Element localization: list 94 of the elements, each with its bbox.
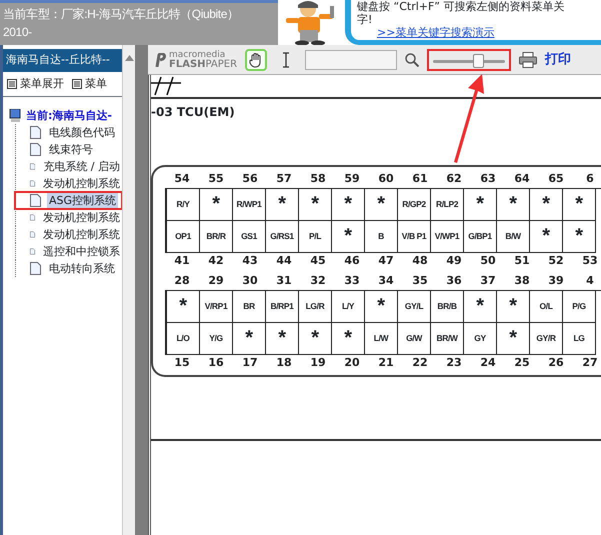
pin-number: 42 xyxy=(207,252,225,268)
computer-icon xyxy=(9,108,22,122)
pin-number: 39 xyxy=(547,273,565,289)
demo-link[interactable]: >>菜单关键字搜索演示 xyxy=(377,26,494,39)
page-icon xyxy=(30,143,41,156)
pin-number: 54 xyxy=(173,171,191,187)
pin-number: 49 xyxy=(445,252,463,268)
pin-number: 43 xyxy=(241,252,259,268)
search-field[interactable] xyxy=(305,50,398,70)
page-icon xyxy=(30,194,41,207)
pin-number: 21 xyxy=(377,354,395,370)
pin-number: 58 xyxy=(309,171,327,187)
pin-number: 48 xyxy=(411,252,429,268)
page-icon xyxy=(30,126,41,139)
pin-number: 65 xyxy=(547,171,565,187)
pin-number: 17 xyxy=(241,354,259,370)
tip-text: 字! xyxy=(357,13,374,26)
pin-number: 44 xyxy=(275,252,293,268)
pin-number: 36 xyxy=(445,273,463,289)
pin-number: 55 xyxy=(207,171,225,187)
text-cursor-icon xyxy=(282,52,290,68)
printer-icon[interactable] xyxy=(519,52,538,68)
scroll-up-icon[interactable] xyxy=(125,54,134,61)
pin-number: 18 xyxy=(275,354,293,370)
pin-number: 41 xyxy=(173,252,191,268)
tree-item[interactable]: 电动转向系统 xyxy=(47,260,117,277)
pin-number: 27 xyxy=(581,354,599,370)
pin-number: 25 xyxy=(513,354,531,370)
pin-number: 57 xyxy=(275,171,293,187)
tip-text: 键盘按 “Ctrl+F” 可搜索左侧的资料菜单关 xyxy=(357,0,566,13)
tree-item[interactable]: ASG控制系统 xyxy=(47,192,118,209)
tree-item[interactable]: 发动机控制系统 xyxy=(41,209,122,226)
pin-number: 28 xyxy=(173,273,191,289)
pin-number: 32 xyxy=(309,273,327,289)
pin-number: 37 xyxy=(479,273,497,289)
print-button[interactable]: 打印 xyxy=(545,50,572,70)
pin-number: 31 xyxy=(275,273,293,289)
tree-item[interactable]: 发动机控制系统 xyxy=(41,226,122,243)
logo-text: FLASHPAPER xyxy=(169,60,238,68)
vehicle-title: 当前车型：厂家:H-海马汽车丘比特（Qiubite） xyxy=(3,6,240,23)
pin-number: 33 xyxy=(343,273,361,289)
pin-number: 30 xyxy=(241,273,259,289)
expand-menu-button[interactable]: 菜单展开 xyxy=(20,76,64,92)
tree-item[interactable]: 遥控和中控锁系 xyxy=(41,243,122,260)
hand-tool-button[interactable] xyxy=(245,48,268,70)
connector-cell: * xyxy=(562,220,596,252)
pin-number: 63 xyxy=(479,171,497,187)
pin-number: 60 xyxy=(377,171,395,187)
pin-number: 62 xyxy=(445,171,463,187)
pin-number: 19 xyxy=(309,354,327,370)
pin-number: 22 xyxy=(411,354,429,370)
pin-number: 47 xyxy=(377,252,395,268)
pin-number: 61 xyxy=(411,171,429,187)
pin-number: 16 xyxy=(207,354,225,370)
logo-text: macromedia xyxy=(169,50,226,60)
pin-number: 56 xyxy=(241,171,259,187)
pin-number: 29 xyxy=(207,273,225,289)
tree-item[interactable]: 发动机控制系统 xyxy=(41,175,122,192)
tree-item[interactable]: 线束符号 xyxy=(47,141,95,158)
pin-number: 52 xyxy=(547,252,565,268)
pin-number: 26 xyxy=(547,354,565,370)
pin-number: 35 xyxy=(411,273,429,289)
logo-icon xyxy=(154,52,166,66)
pin-number: 50 xyxy=(479,252,497,268)
list-icon xyxy=(7,78,17,89)
zoom-slider[interactable] xyxy=(427,48,512,70)
tree-item[interactable]: 电线颜色代码 xyxy=(47,124,117,141)
vehicle-year: 2010- xyxy=(3,24,33,41)
page-icon xyxy=(30,262,41,275)
connector-cell: LG xyxy=(562,322,596,354)
pin-number: 45 xyxy=(309,252,327,268)
pin-number: 64 xyxy=(513,171,531,187)
connector-cell: OP1 xyxy=(166,220,200,252)
pin-number: 59 xyxy=(343,171,361,187)
pin-number: 24 xyxy=(479,354,497,370)
pin-number: 15 xyxy=(173,354,191,370)
pin-number: 6 xyxy=(585,171,595,187)
pin-number: 20 xyxy=(343,354,361,370)
pin-number: 4 xyxy=(585,273,595,289)
slider-thumb[interactable] xyxy=(472,54,484,68)
pin-number: 53 xyxy=(581,252,599,268)
list-icon xyxy=(72,78,82,89)
search-icon[interactable] xyxy=(405,52,420,66)
pin-number: 46 xyxy=(343,252,361,268)
pin-number: 38 xyxy=(513,273,531,289)
connector-cell: L/O xyxy=(166,322,200,354)
tree-root[interactable]: 当前:海南马自达- xyxy=(26,107,112,124)
pin-number: 34 xyxy=(377,273,395,289)
pin-number: 23 xyxy=(445,354,463,370)
pin-number: 51 xyxy=(513,252,531,268)
sidebar-title: 海南马自达--丘比特-- xyxy=(3,49,122,72)
tree-item[interactable]: 充电系统 / 启动 xyxy=(41,158,122,175)
expand-menu-button[interactable]: 菜单 xyxy=(85,76,107,92)
section-heading: -03 TCU(EM) xyxy=(151,104,236,121)
